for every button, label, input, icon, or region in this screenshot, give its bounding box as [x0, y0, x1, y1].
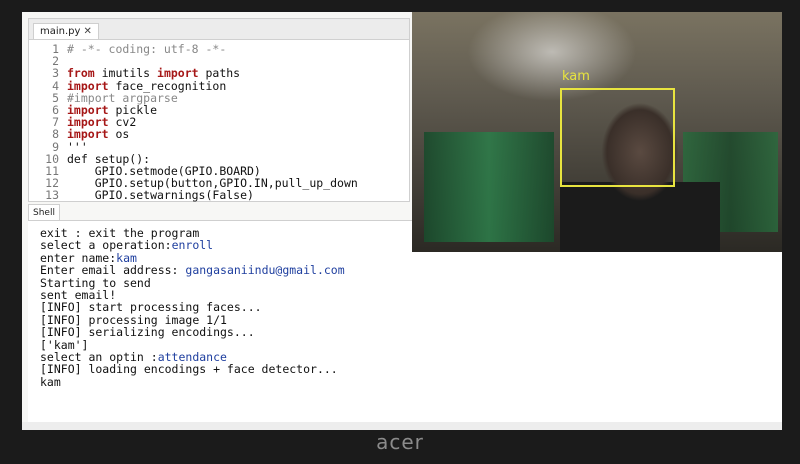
line-number: 13 — [45, 188, 59, 203]
code-area[interactable]: 1 # -*- coding: utf-8 -*- 2 3 from imutils i… — [29, 43, 409, 202]
shell-output: kam — [40, 374, 61, 389]
editor-tabs: main.py ✕ — [29, 19, 409, 40]
code-text: GPIO.setwarnings(False) — [67, 188, 254, 203]
face-detection-box — [560, 88, 675, 187]
curtain-left — [424, 132, 554, 242]
code-text: import os — [67, 127, 130, 142]
tab-main-py[interactable]: main.py ✕ — [33, 23, 99, 39]
shell-line: [INFO] serializing encodings... — [40, 326, 782, 338]
face-detection-label: kam — [562, 69, 590, 84]
code-text: ''' — [67, 139, 88, 154]
line-number: 8 — [52, 127, 59, 142]
line-number: 2 — [52, 54, 59, 69]
shell-line: kam — [40, 376, 782, 388]
shell-tab-label: Shell — [33, 208, 55, 218]
camera-window: kam — [412, 12, 782, 252]
code-line[interactable]: 1 # -*- coding: utf-8 -*- — [29, 43, 409, 55]
monitor-screen: main.py ✕ 1 # -*- coding: utf-8 -*- 2 3 from… — [22, 12, 782, 422]
shell-line: [INFO] loading encodings + face detector… — [40, 363, 782, 375]
line-number: 3 — [52, 66, 59, 81]
line-number: 7 — [52, 115, 59, 130]
code-text: import face_recognition — [67, 78, 227, 93]
line-number: 1 — [52, 42, 59, 56]
line-number: 9 — [52, 139, 59, 154]
tab-shell[interactable]: Shell — [28, 204, 60, 221]
shell-user-input: enroll — [171, 238, 214, 253]
screen-bottom-bar — [22, 422, 782, 430]
code-editor[interactable]: main.py ✕ 1 # -*- coding: utf-8 -*- 2 3 from… — [28, 18, 410, 202]
acer-logo: acer — [376, 430, 424, 454]
tab-label: main.py — [40, 26, 81, 37]
code-line[interactable]: 4 import face_recognition — [29, 78, 409, 93]
code-text: # -*- coding: utf-8 -*- — [67, 42, 227, 56]
code-line[interactable]: 13 GPIO.setwarnings(False) — [29, 189, 409, 201]
line-number: 4 — [52, 78, 59, 93]
code-line[interactable]: 9 ''' — [29, 139, 409, 154]
close-icon[interactable]: ✕ — [83, 26, 91, 37]
shell-line: Starting to send — [40, 276, 782, 289]
line-number: 6 — [52, 103, 59, 118]
shell-line: Enter email address: gangasaniindu@gmail… — [40, 264, 782, 276]
line-number: 5 — [52, 90, 59, 105]
code-line[interactable]: 8 import os — [29, 128, 409, 140]
shell-output: [INFO] loading encodings + face detector… — [40, 362, 338, 377]
shell-user-input: gangasaniindu@gmail.com — [185, 263, 345, 278]
